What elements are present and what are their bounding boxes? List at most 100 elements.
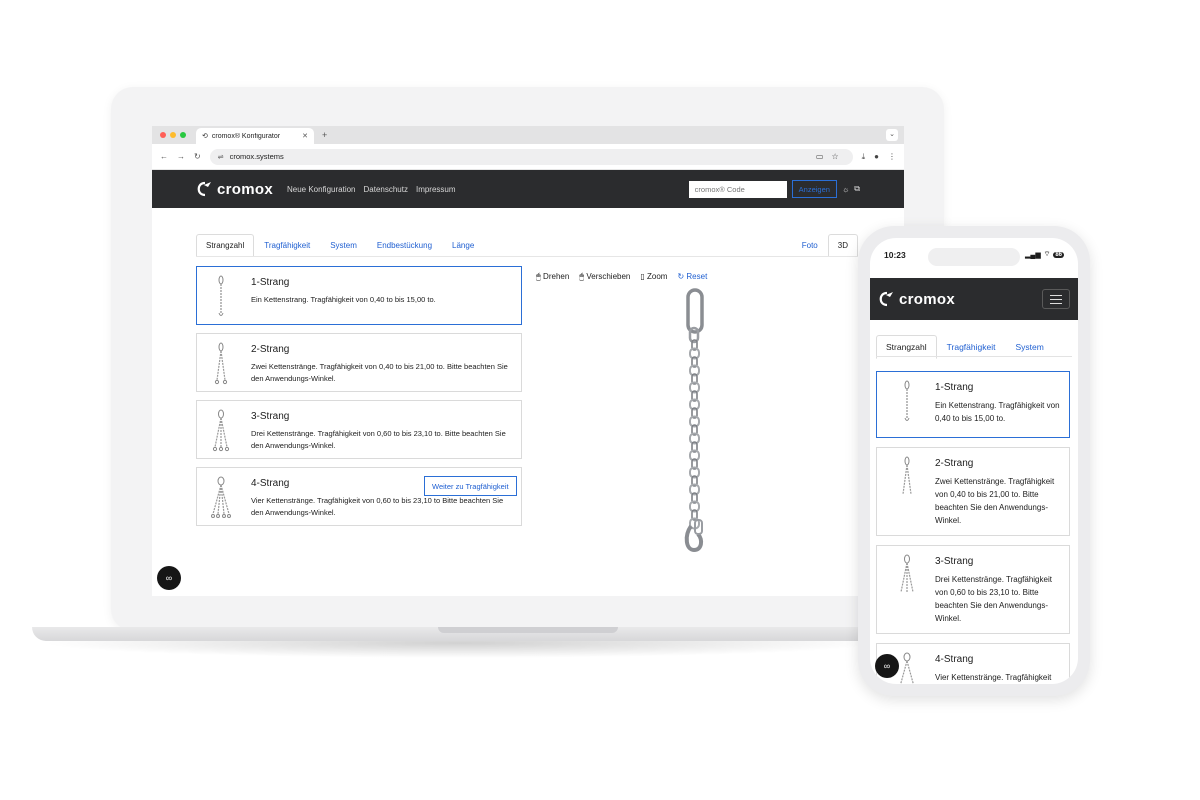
mobile-site-header: cromox (870, 278, 1078, 320)
nav-imprint[interactable]: Impressum (416, 185, 456, 194)
config-tabs: Strangzahl Tragfähigkeit System Endbestü… (196, 234, 484, 257)
option-card-2-strang[interactable]: 2-Strang Zwei Kettenstränge. Tragfähigke… (196, 333, 522, 392)
rotate-tool[interactable]: 🖱 Drehen (536, 272, 569, 282)
pan-label: Verschieben (586, 272, 631, 281)
pan-tool[interactable]: 🖱 Verschieben (579, 272, 630, 282)
tab-endbestueckung[interactable]: Endbestückung (367, 234, 442, 257)
next-tragfaehigkeit-button[interactable]: Weiter zu Tragfähigkeit (424, 476, 517, 496)
menu-kebab-icon[interactable]: ⋮ (888, 152, 896, 162)
browser-tab-title: cromox® Konfigurator (211, 132, 281, 140)
option-card-2-strang[interactable]: 2-Strang Zwei Kettenstränge. Tragfähigkei… (876, 447, 1070, 536)
close-tab-icon[interactable]: ✕ (302, 132, 308, 140)
view-tabs: Foto 3D (792, 234, 858, 257)
option-card-1-strang[interactable]: 1-Strang Ein Kettenstrang. Tragfähigkeit… (196, 266, 522, 325)
option-description: Vier Kettenstränge. Tragfähigkeit von 0,… (251, 496, 504, 517)
option-description: Ein Kettenstrang. Tragfähigkeit von 0,40… (935, 401, 1060, 423)
option-card-3-strang[interactable]: 3-Strang Drei Kettenstränge. Tragfähigke… (196, 400, 522, 459)
chain-3-icon (883, 554, 935, 625)
close-window-button[interactable] (160, 132, 166, 138)
reset-label: Reset (686, 272, 708, 281)
tab-system[interactable]: System (320, 234, 367, 257)
cromox-logo[interactable]: cromox (196, 181, 273, 198)
theme-toggle-icon[interactable]: ☼ (842, 185, 849, 194)
profile-icon[interactable]: ● (874, 152, 879, 162)
bookmark-star-icon[interactable]: ☆ (831, 152, 838, 161)
mobile-strand-options: 1-Strang Ein Kettenstrang. Tragfähigkeit … (876, 371, 1070, 684)
maximize-window-button[interactable] (180, 132, 186, 138)
logo-icon (197, 181, 211, 197)
option-description: Drei Kettenstränge. Tragfähigkeit von 0,… (251, 429, 506, 450)
laptop-notch (438, 627, 618, 633)
chain-model-icon (684, 288, 704, 553)
code-input[interactable] (688, 180, 787, 198)
chat-icon: ∞ (883, 661, 891, 671)
chain-links (689, 339, 700, 530)
nav-privacy[interactable]: Datenschutz (364, 185, 408, 194)
reload-icon[interactable]: ↻ (194, 152, 201, 161)
download-icon[interactable]: ⤓ (862, 152, 866, 162)
option-card-4-strang[interactable]: 4-Strang Vier Kettenstränge. Tragfähigkei… (876, 643, 1070, 684)
signal-icon: ▂▄▆ (1024, 251, 1041, 259)
tab-tragfaehigkeit[interactable]: Tragfähigkeit (254, 234, 320, 257)
option-description: Vier Kettenstränge. Tragfähigkeit von 0,… (935, 673, 1052, 682)
back-icon[interactable]: ← (160, 152, 168, 161)
new-tab-icon[interactable]: + (322, 130, 327, 140)
forward-icon[interactable]: → (177, 152, 185, 161)
site-header: cromox Neue Konfiguration Datenschutz Im… (152, 170, 904, 208)
logo-text: cromox (217, 180, 273, 198)
browser-tab[interactable]: ⟲ cromox® Konfigurator ✕ (196, 128, 314, 144)
chain-3d-view[interactable] (672, 288, 722, 560)
language-icon[interactable]: ⧉ (854, 184, 860, 194)
tab-3d[interactable]: 3D (827, 234, 858, 257)
tab-divider (876, 356, 1072, 357)
cast-icon[interactable]: ▭ (816, 152, 824, 161)
window-controls (160, 132, 186, 138)
mouse-left-icon: 🖱 (536, 272, 541, 281)
nav-new-configuration[interactable]: Neue Konfiguration (287, 185, 356, 194)
tab-laenge[interactable]: Länge (442, 234, 484, 257)
phone-frame: 10:23 ▂▄▆ ⌔ 86 cromox Strangzahl Tragfäh… (858, 226, 1090, 696)
main-nav: Neue Konfiguration Datenschutz Impressum (287, 185, 456, 194)
logo-icon (879, 291, 893, 307)
mouse-right-icon: 🖱 (579, 272, 585, 281)
minimize-window-button[interactable] (170, 132, 176, 138)
browser-tabbar: ⟲ cromox® Konfigurator ✕ + ⌄ (152, 126, 904, 144)
laptop-screen: ⟲ cromox® Konfigurator ✕ + ⌄ ← → ↻ ⇌ cro… (152, 126, 904, 596)
option-card-3-strang[interactable]: 3-Strang Drei Kettenstränge. Tragfähigkei… (876, 545, 1070, 634)
cromox-logo[interactable]: cromox (878, 291, 955, 308)
dynamic-island (928, 248, 1020, 266)
chain-1-icon (197, 275, 251, 318)
tab-divider (196, 256, 858, 257)
reset-button[interactable]: ↻ Reset (677, 272, 707, 282)
wifi-icon: ⌔ (1043, 251, 1051, 258)
tab-foto[interactable]: Foto (792, 234, 828, 257)
option-description: Zwei Kettenstränge. Tragfähigkeit von 0,… (251, 362, 508, 383)
reset-icon: ↻ (677, 272, 685, 281)
site-info-icon[interactable]: ⇌ (218, 153, 224, 161)
status-time: 10:23 (884, 250, 906, 260)
mouse-wheel-icon: ▯ (640, 272, 645, 281)
tab-search-icon[interactable]: ⌄ (886, 129, 898, 141)
tab-strangzahl[interactable]: Strangzahl (196, 234, 255, 257)
option-card-1-strang[interactable]: 1-Strang Ein Kettenstrang. Tragfähigkeit … (876, 371, 1070, 438)
option-title: 4-Strang (935, 654, 974, 665)
chain-2-icon (883, 456, 935, 527)
battery-icon: 86 (1053, 251, 1064, 258)
browser-toolbar: ← → ↻ ⇌ cromox.systems ▭ ☆ ⤓ ● ⋮ (152, 144, 904, 170)
hamburger-menu-icon[interactable] (1042, 289, 1070, 309)
option-title: 2-Strang (251, 344, 290, 355)
option-description: Zwei Kettenstränge. Tragfähigkeit von 0,… (935, 477, 1055, 525)
chain-3-icon (197, 409, 251, 452)
option-title: 3-Strang (935, 556, 974, 567)
zoom-label: Zoom (647, 272, 668, 281)
favicon-icon: ⟲ (202, 133, 208, 140)
show-button[interactable]: Anzeigen (791, 180, 837, 198)
chain-2-icon (197, 342, 251, 385)
mobile-chat-button[interactable]: ∞ (875, 654, 899, 678)
address-bar[interactable]: ⇌ cromox.systems ▭ ☆ (209, 148, 853, 165)
option-description: Drei Kettenstränge. Tragfähigkeit von 0,… (935, 575, 1052, 623)
chat-button[interactable]: ∞ (157, 566, 181, 590)
zoom-tool[interactable]: ▯ Zoom (640, 272, 667, 282)
phone-screen: 10:23 ▂▄▆ ⌔ 86 cromox Strangzahl Tragfäh… (870, 238, 1078, 684)
chain-1-icon (883, 380, 935, 429)
